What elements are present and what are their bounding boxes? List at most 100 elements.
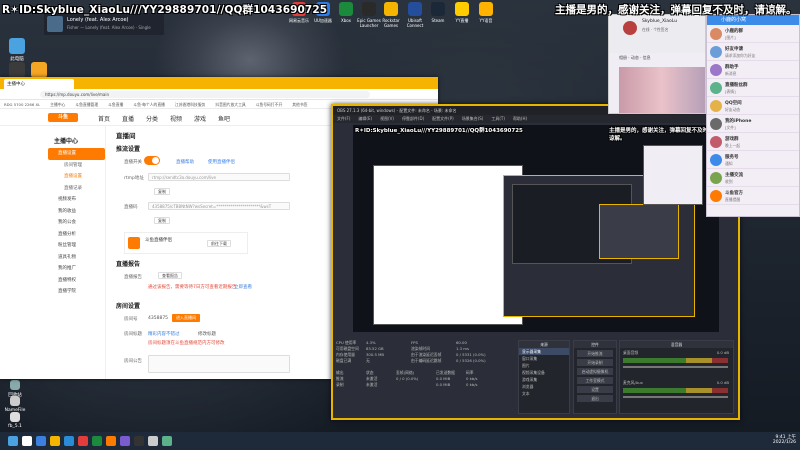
sidebar-item[interactable]: 房间管理 [48, 160, 105, 172]
bookmark-item[interactable]: 主播中心 [50, 102, 65, 107]
obs-menu-item[interactable]: 停靠部件(D) [402, 116, 424, 121]
taskbar-app-icon[interactable] [148, 436, 158, 446]
taskbar-app-icon[interactable] [106, 436, 116, 446]
url-input[interactable]: https://mp.douyu.com/live/main [40, 91, 370, 98]
taskbar-app-icon[interactable] [22, 436, 32, 446]
chat-list-item[interactable]: 主播交流 收到 [707, 169, 799, 187]
taskbar-app-icon[interactable] [36, 436, 46, 446]
bookmark-item[interactable]: 抖音图片放大工具 [215, 102, 245, 107]
source-item[interactable]: 显示器采集 [519, 348, 569, 355]
chat-list-item[interactable]: 群助手 新消息 [707, 61, 799, 79]
profile-tabs[interactable]: 相册 · 动态 · 信息 [619, 55, 651, 61]
sidebar-item[interactable]: 视频发布 [48, 194, 105, 206]
obs-menu-item[interactable]: 帮助(H) [513, 116, 527, 121]
sidebar-item[interactable]: 直播特权 [48, 275, 105, 287]
chat-list-item[interactable]: 斗鱼官方 直播提醒 [707, 187, 799, 205]
source-item[interactable]: 游戏采集 [519, 376, 569, 383]
chat-list-item[interactable]: 服务号 通知 [707, 151, 799, 169]
obs-menu-item[interactable]: 工具(T) [491, 116, 505, 121]
sidebar-item[interactable]: 道具礼物 [48, 252, 105, 264]
chat-list-item[interactable]: 好友申请 请求添加你为好友 [707, 43, 799, 61]
site-nav-0[interactable]: 首页 [98, 114, 110, 123]
bookmark-item[interactable]: 斗鱼直播管理 [75, 102, 98, 107]
source-item[interactable]: 文本 [519, 390, 569, 397]
sidebar-item[interactable]: 直播设置 [48, 171, 105, 183]
bookmark-item[interactable]: 斗鱼直播 [108, 102, 123, 107]
site-nav-1[interactable]: 直播 [122, 114, 134, 123]
chat-list-item[interactable]: 小鹿的群 [图片] [707, 25, 799, 43]
push-help-link[interactable]: 直播帮助 [176, 159, 194, 165]
sidebar-item[interactable]: 直播学院 [48, 286, 105, 298]
taskbar-app-icon[interactable] [92, 436, 102, 446]
taskbar-app-icon[interactable] [64, 436, 74, 446]
sidebar-item[interactable]: 我的推广 [48, 263, 105, 275]
sidebar-item[interactable]: 我的公会 [48, 217, 105, 229]
sidebar-item[interactable]: 直播记录 [48, 183, 105, 195]
obs-menu-item[interactable]: 场景集合(S) [462, 116, 484, 121]
control-button[interactable]: 开始推流 [577, 350, 613, 357]
bookmark-item[interactable]: 斗鱼·每个人的直播 [133, 102, 165, 107]
obs-menu-item[interactable]: 视图(V) [380, 116, 394, 121]
chat-list-item[interactable]: 游戏群 晚上一起 [707, 133, 799, 151]
view-report-button[interactable]: 查看报告 [158, 272, 182, 279]
source-item[interactable]: 视频采集设备 [519, 369, 569, 376]
copy-code-button[interactable]: 复制 [154, 217, 170, 224]
obs-preview[interactable]: R✶ID:Skyblue_XiaoLu///YY29889701//QQ群104… [353, 125, 719, 332]
control-button[interactable]: 开始录制 [577, 359, 613, 366]
title-edit-hint[interactable]: 修改标题 [198, 331, 216, 337]
bookmark-item[interactable]: 其他书签 [292, 102, 307, 107]
browser-tab[interactable]: 主播中心 [4, 79, 74, 89]
tray-shortcut[interactable]: Steam [425, 2, 451, 23]
control-button[interactable]: 退出 [577, 395, 613, 402]
notice-field[interactable] [148, 355, 290, 373]
taskbar-app-icon[interactable] [78, 436, 88, 446]
taskbar-clock[interactable]: 9:41 上午 2022/1/26 [773, 434, 796, 445]
code-field[interactable]: 4358875/cTB8NtNW?wsSecret=**************… [148, 202, 290, 210]
push-companion-link[interactable]: 使用直播伴侣 [208, 159, 235, 165]
site-nav-5[interactable]: 鱼吧 [218, 114, 230, 123]
site-nav-3[interactable]: 视频 [170, 114, 182, 123]
report-view-link[interactable]: 立即查看 [234, 284, 252, 290]
control-button[interactable]: 工作室模式 [577, 377, 613, 384]
copy-rtmp-button[interactable]: 复制 [154, 188, 170, 195]
tray-shortcut[interactable]: YY语音 [473, 2, 499, 24]
profile-gallery[interactable] [619, 67, 705, 113]
taskbar-app-icon[interactable] [50, 436, 60, 446]
sidebar-item[interactable]: 我的收益 [48, 206, 105, 218]
site-nav-2[interactable]: 分类 [146, 114, 158, 123]
desktop-icon[interactable]: fb_5.1 [2, 412, 28, 429]
source-item[interactable]: 窗口采集 [519, 355, 569, 362]
taskbar-app-icon[interactable] [162, 436, 172, 446]
source-item[interactable]: 浏览器 [519, 383, 569, 390]
desktop-icon[interactable]: NameFile [2, 396, 28, 413]
source-item[interactable]: 图片 [519, 362, 569, 369]
promo-download-button[interactable]: 前往下载 [207, 240, 231, 247]
companion-promo[interactable]: 斗鱼直播伴侣 前往下载 [124, 232, 248, 254]
sidebar-item[interactable]: 直播分析 [48, 229, 105, 241]
bookmark-item[interactable]: 江苏香港科技服务 [175, 102, 205, 107]
control-button[interactable]: 启动虚拟摄像机 [577, 368, 613, 375]
bookmark-item[interactable]: 斗鱼号码打不开 [256, 102, 283, 107]
rtmp-field[interactable]: rtmp://sendtc3a.douyu.com/live [148, 173, 290, 181]
obs-menu-item[interactable]: 文件(F) [337, 116, 350, 121]
site-nav-4[interactable]: 游戏 [194, 114, 206, 123]
chat-list-item[interactable]: QQ空间 好友动态 [707, 97, 799, 115]
tray-shortcut[interactable]: Rockstar Games [378, 2, 404, 28]
volume-slider[interactable] [623, 396, 728, 398]
douyu-logo[interactable]: 斗鱼 [48, 113, 78, 122]
chat-list-item[interactable]: 直播粉丝群 [表情] [707, 79, 799, 97]
push-toggle[interactable] [144, 156, 160, 165]
enter-room-button[interactable]: 进入直播间 [172, 314, 200, 322]
taskbar-app-icon[interactable] [134, 436, 144, 446]
taskbar-app-icon[interactable] [120, 436, 130, 446]
sidebar-item[interactable]: 粉丝管理 [48, 240, 105, 252]
bookmark-item[interactable]: RDG 5700 2266 XL [4, 102, 40, 107]
control-button[interactable]: 设置 [577, 386, 613, 393]
desktop-icon[interactable]: 此电脑 [4, 38, 30, 62]
chat-list-item[interactable]: 我的iPhone [文件] [707, 115, 799, 133]
obs-menu-item[interactable]: 编辑(E) [358, 116, 372, 121]
volume-slider[interactable] [623, 366, 728, 368]
taskbar-app-icon[interactable] [8, 436, 18, 446]
avatar[interactable] [623, 21, 637, 35]
sidebar-item[interactable]: 直播设置 [48, 148, 105, 160]
